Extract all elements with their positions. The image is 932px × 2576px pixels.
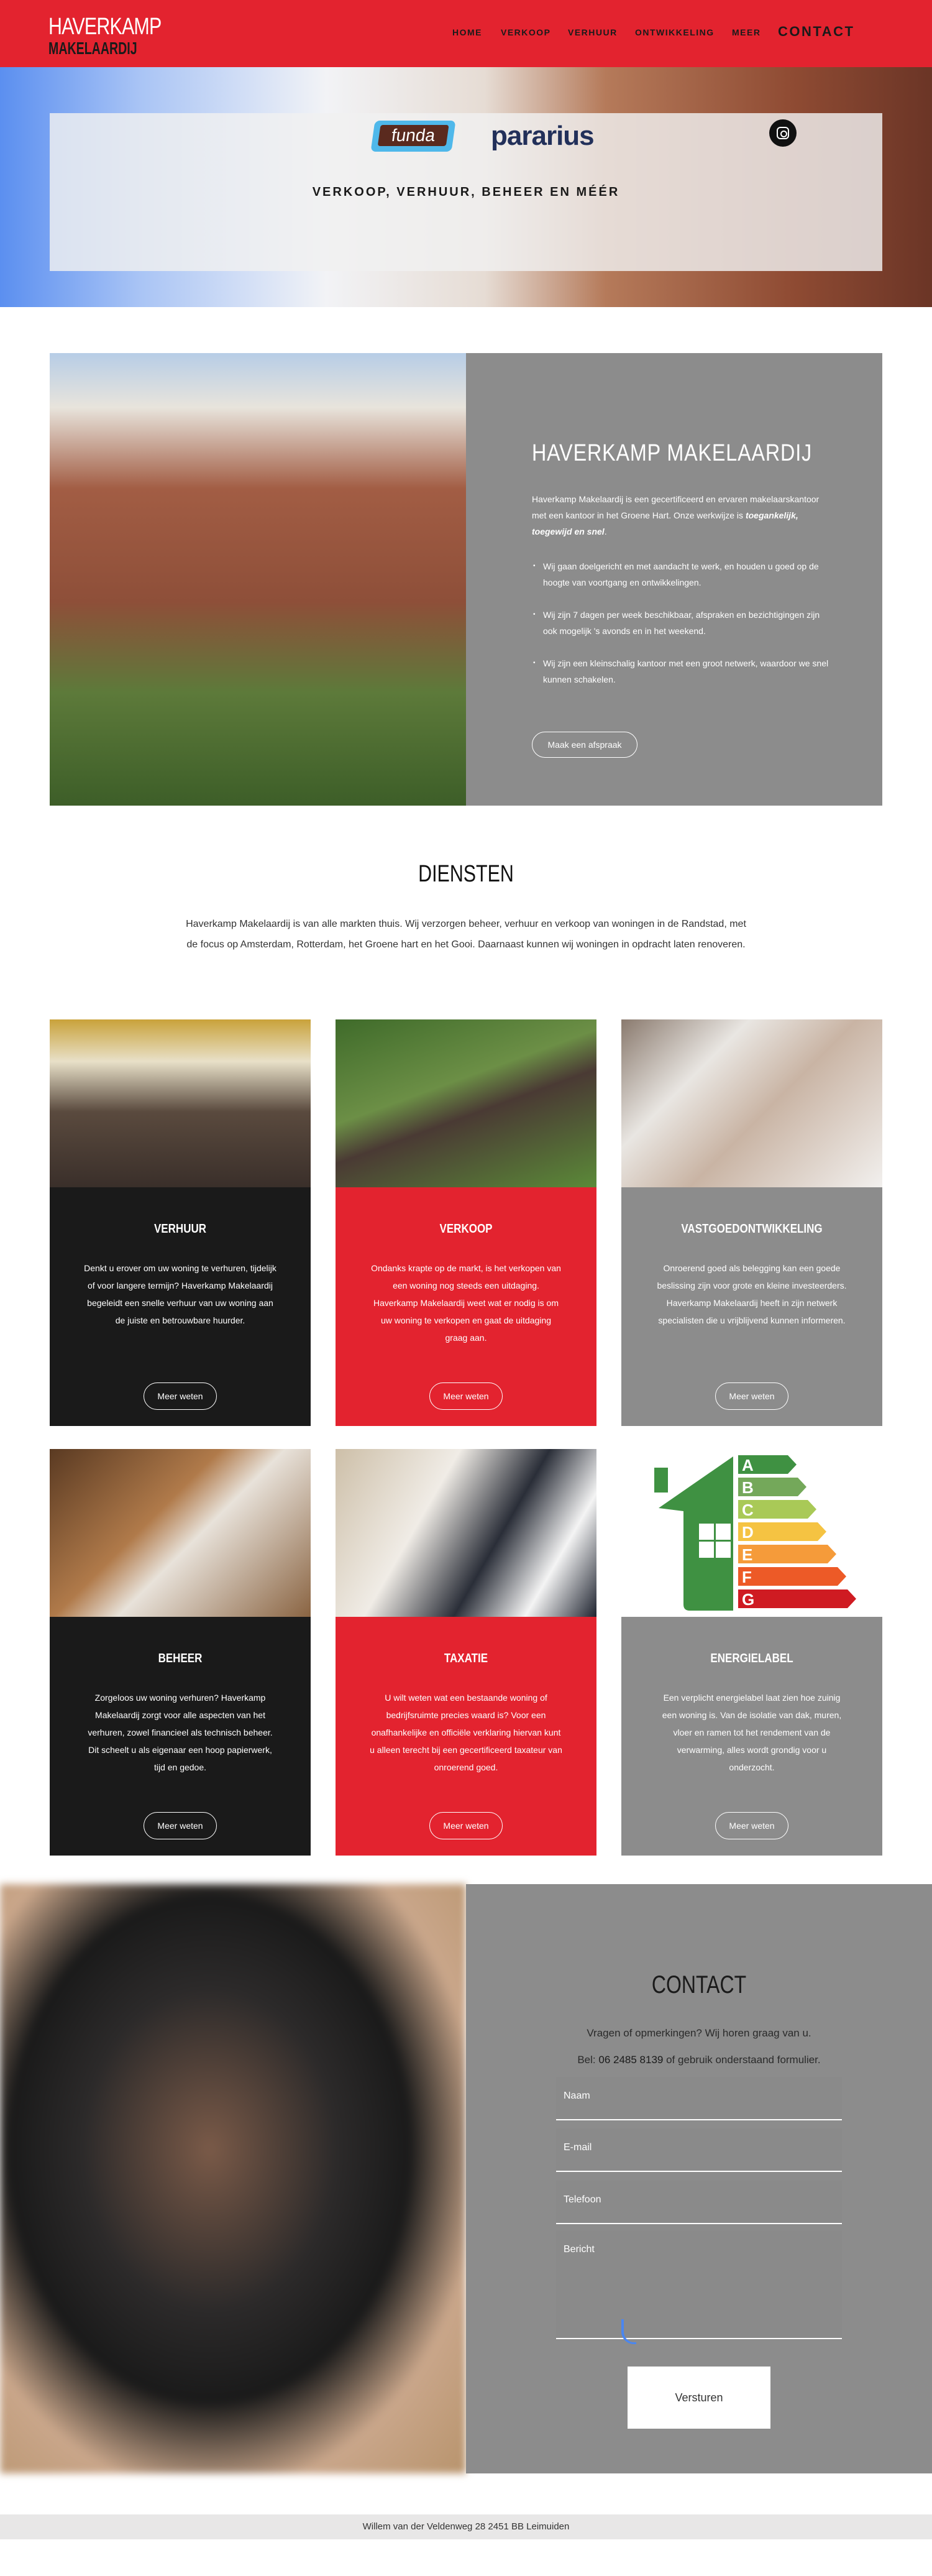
more-button[interactable]: Meer weten bbox=[144, 1382, 217, 1410]
about-intro: Haverkamp Makelaardij is een gecertifice… bbox=[532, 494, 820, 536]
energy-label-letter: B bbox=[742, 1478, 754, 1497]
hero-overlay: funda pararius VERKOOP, VERHUUR, BEHEER … bbox=[50, 113, 882, 271]
more-button[interactable]: Meer weten bbox=[715, 1812, 788, 1839]
card-title: TAXATIE bbox=[444, 1652, 488, 1665]
service-card-beheer: BEHEER Zorgeloos uw woning verhuren? Have… bbox=[50, 1449, 311, 1856]
appointment-button[interactable]: Maak een afspraak bbox=[532, 732, 637, 758]
verhuur-photo bbox=[50, 1019, 311, 1187]
card-title: VERHUUR bbox=[153, 1222, 207, 1236]
energy-bar-f bbox=[738, 1567, 846, 1586]
funda-logo-text: funda bbox=[377, 125, 449, 146]
loading-spinner-icon bbox=[621, 2319, 636, 2344]
nav-verhuur[interactable]: VERHUUR bbox=[568, 27, 618, 37]
services-intro: Haverkamp Makelaardij is van alle markte… bbox=[186, 919, 746, 950]
card-text: Een verplicht energielabel laat zien hoe… bbox=[662, 1693, 842, 1772]
list-item: Wij zijn 7 dagen per week beschikbaar, a… bbox=[532, 607, 830, 639]
more-button[interactable]: Meer weten bbox=[429, 1382, 503, 1410]
logo-name[interactable]: HAVERKAMP bbox=[48, 14, 162, 40]
taxatie-photo bbox=[336, 1449, 596, 1617]
card-title: VASTGOEDONTWIKKELING bbox=[681, 1222, 823, 1236]
footer-address: Willem van der Veldenweg 28 2451 BB Leim… bbox=[0, 2514, 932, 2539]
about-panel: HAVERKAMP MAKELAARDIJ Haverkamp Makelaar… bbox=[466, 353, 882, 806]
service-card-energielabel: ABCDEFG ENERGIELABEL Een verplicht energi… bbox=[621, 1449, 882, 1856]
instagram-icon[interactable] bbox=[769, 119, 797, 147]
logo-subtitle[interactable]: MAKELAARDIJ bbox=[48, 39, 137, 58]
more-button[interactable]: Meer weten bbox=[429, 1812, 503, 1839]
pararius-logo[interactable]: pararius bbox=[491, 121, 595, 152]
energy-bar-e bbox=[738, 1545, 836, 1563]
energy-label-letter: C bbox=[742, 1501, 754, 1519]
phone-field[interactable]: Telefoon bbox=[556, 2181, 842, 2224]
card-title: ENERGIELABEL bbox=[710, 1652, 793, 1665]
card-text: Zorgeloos uw woning verhuren? Haverkamp … bbox=[88, 1693, 273, 1772]
card-title: VERKOOP bbox=[439, 1222, 493, 1236]
email-field[interactable]: E-mail bbox=[556, 2128, 842, 2172]
contact-title: CONTACT bbox=[651, 1971, 747, 1999]
card-text: Onroerend goed als belegging kan een goe… bbox=[657, 1263, 847, 1325]
energy-label-letter: G bbox=[742, 1590, 754, 1609]
energy-label-letter: A bbox=[742, 1456, 754, 1474]
card-text: Ondanks krapte op de markt, is het verko… bbox=[371, 1263, 561, 1343]
contact-line2: Bel: 06 2485 8139 of gebruik onderstaand… bbox=[577, 2054, 821, 2066]
card-title: BEHEER bbox=[158, 1652, 203, 1665]
energy-label-letter: E bbox=[742, 1545, 752, 1564]
contact-photo bbox=[0, 1884, 466, 2473]
more-button[interactable]: Meer weten bbox=[715, 1382, 788, 1410]
energy-label-letter: F bbox=[742, 1568, 752, 1586]
funda-logo[interactable]: funda bbox=[370, 121, 456, 152]
nav-contact[interactable]: CONTACT bbox=[778, 24, 854, 40]
about-title: HAVERKAMP MAKELAARDIJ bbox=[532, 440, 813, 466]
contact-panel: CONTACT Vragen of opmerkingen? Wij horen… bbox=[466, 1884, 932, 2473]
nav-verkoop[interactable]: VERKOOP bbox=[501, 27, 551, 37]
card-text: Denkt u erover om uw woning te verhuren,… bbox=[84, 1263, 276, 1325]
contact-line1: Vragen of opmerkingen? Wij horen graag v… bbox=[587, 2027, 811, 2039]
nav-ontwikkeling[interactable]: ONTWIKKELING bbox=[635, 27, 715, 37]
verkoop-photo bbox=[336, 1019, 596, 1187]
services-title: DIENSTEN bbox=[418, 861, 514, 887]
service-card-verkoop: VERKOOP Ondanks krapte op de markt, is he… bbox=[336, 1019, 596, 1426]
about-photo bbox=[50, 353, 466, 806]
site-header: HAVERKAMP MAKELAARDIJ HOME VERKOOP VERHU… bbox=[0, 0, 932, 67]
energy-bar-g bbox=[738, 1589, 856, 1608]
beheer-photo bbox=[50, 1449, 311, 1617]
service-card-vastgoedontwikkeling: VASTGOEDONTWIKKELING Onroerend goed als b… bbox=[621, 1019, 882, 1426]
phone-link[interactable]: 06 2485 8139 bbox=[598, 2054, 663, 2066]
service-card-taxatie: TAXATIE U wilt weten wat een bestaande wo… bbox=[336, 1449, 596, 1856]
energy-house-icon: ABCDEFG bbox=[654, 1455, 856, 1611]
about-bullets: Wij gaan doelgericht en met aandacht te … bbox=[532, 558, 830, 704]
nav-home[interactable]: HOME bbox=[452, 27, 482, 37]
energy-label-image: ABCDEFG bbox=[621, 1449, 882, 1617]
name-field[interactable]: Naam bbox=[556, 2077, 842, 2120]
hero-tagline: VERKOOP, VERHUUR, BEHEER EN MÉÉR bbox=[312, 185, 620, 199]
submit-button[interactable]: Versturen bbox=[628, 2367, 770, 2429]
more-button[interactable]: Meer weten bbox=[144, 1812, 217, 1839]
service-card-verhuur: VERHUUR Denkt u erover om uw woning te ve… bbox=[50, 1019, 311, 1426]
message-field[interactable]: Bericht bbox=[556, 2230, 842, 2339]
nav-meer[interactable]: MEER bbox=[732, 27, 761, 37]
hero-banner: funda pararius VERKOOP, VERHUUR, BEHEER … bbox=[0, 67, 932, 307]
list-item: Wij zijn een kleinschalig kantoor met ee… bbox=[532, 655, 830, 688]
energy-label-letter: D bbox=[742, 1523, 754, 1542]
vastgoed-photo bbox=[621, 1019, 882, 1187]
card-text: U wilt weten wat een bestaande woning of… bbox=[370, 1693, 562, 1772]
list-item: Wij gaan doelgericht en met aandacht te … bbox=[532, 558, 830, 591]
